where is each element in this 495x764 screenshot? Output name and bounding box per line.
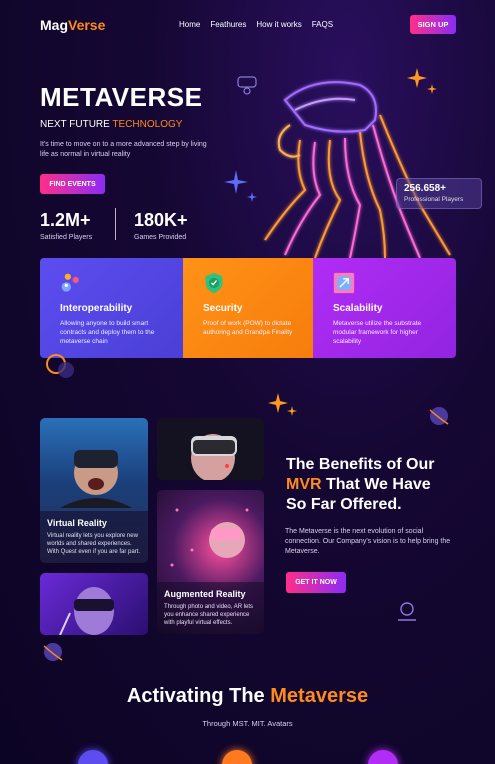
card-virtual-reality[interactable]: Virtual Reality Virtual reality lets you… <box>40 418 148 563</box>
nav-item-home[interactable]: Home <box>179 20 200 29</box>
get-it-now-button[interactable]: GET IT NOW <box>286 572 346 593</box>
stat-label: Satisfied Players <box>40 234 93 241</box>
activating-subtitle: Through MST. MIT. Avatars <box>202 719 293 728</box>
hero-subtitle-highlight: TECHNOLOGY <box>112 119 183 130</box>
card-caption: Virtual Reality Virtual reality lets you… <box>40 511 148 563</box>
step-icon-orange <box>222 750 252 764</box>
nav-item-faqs[interactable]: FAQS <box>312 20 333 29</box>
planet-decoration-icon <box>429 407 449 425</box>
planet-decoration-icon-2 <box>43 643 63 661</box>
card-vr-headset-image[interactable] <box>157 418 264 480</box>
vr-headset-person-image <box>191 434 237 480</box>
logo-text: Mag <box>40 17 68 33</box>
badge-value: 256.658+ <box>404 183 446 194</box>
feature-scalability: Scalability Metaverse utilize the substr… <box>313 258 456 358</box>
nav-item-features[interactable]: Feathures <box>210 20 246 29</box>
nav-menu: Home Feathures How it works FAQS <box>179 20 333 29</box>
hero-title: METAVERSE <box>40 82 203 112</box>
card-title: Virtual Reality <box>47 518 107 528</box>
card-augmented-reality[interactable]: Augmented Reality Through photo and vide… <box>157 490 264 634</box>
benefits-line1: The Benefits of Our <box>286 456 435 473</box>
nav-item-how-it-works[interactable]: How it works <box>256 20 301 29</box>
step-icon-purple <box>368 750 398 764</box>
activating-title-prefix: Activating The <box>126 685 271 707</box>
neon-head-illustration <box>264 81 451 259</box>
feature-interoperability: Interoperability Allowing anyone to buil… <box>40 258 183 358</box>
ring-decoration-icon <box>46 354 74 378</box>
logo-accent: Verse <box>68 17 106 33</box>
stat-label: Games Provided <box>134 234 187 241</box>
logo[interactable]: MagVerse <box>40 17 105 33</box>
benefits-line2: That We Have <box>321 476 431 493</box>
feature-text: Metaverse utilize the substrate modular … <box>333 320 422 345</box>
feature-security: Security Proof of work (POW) to dictate … <box>183 258 313 358</box>
feature-text: Proof of work (POW) to dictate authoring… <box>203 320 293 336</box>
card-text: Through photo and video, AR lets you enh… <box>164 604 254 626</box>
stat-satisfied-players: 1.2M+ Satisfied Players <box>40 210 92 241</box>
sign-up-button[interactable]: SIGN UP <box>410 15 456 34</box>
stat-value: 1.2M+ <box>40 210 91 230</box>
stat-games-provided: 180K+ Games Provided <box>134 210 188 241</box>
vr-person-image <box>60 450 132 508</box>
hero-subtitle-prefix: NEXT FUTURE <box>40 119 113 130</box>
hero-description: It's time to move on to a more advanced … <box>40 141 207 158</box>
stat-value: 180K+ <box>134 210 188 230</box>
badge-label: Professional Players <box>404 196 464 203</box>
feature-title: Scalability <box>333 303 383 314</box>
benefits-highlight: MVR <box>286 476 322 493</box>
feature-title: Interoperability <box>60 303 133 314</box>
card-text: Virtual reality lets you explore new wor… <box>47 533 141 555</box>
benefits-title: The Benefits of Our MVR That We Have So … <box>286 455 466 515</box>
card-vr-glasses-image[interactable] <box>40 573 148 635</box>
interoperability-icon <box>61 273 79 292</box>
professional-players-badge: 256.658+ Professional Players <box>396 178 482 209</box>
hero-subtitle: NEXT FUTURE TECHNOLOGY <box>40 119 182 130</box>
benefits-line3: So Far Offered. <box>286 496 402 513</box>
activating-title-highlight: Metaverse <box>270 685 369 707</box>
top-nav: MagVerse Home Feathures How it works FAQ… <box>0 0 495 50</box>
feature-text: Allowing anyone to build smart contracts… <box>60 320 155 345</box>
ar-person-image <box>170 508 249 567</box>
sparkle-orange-icon <box>268 393 297 416</box>
vr-decoration-icon <box>398 602 416 621</box>
step-icon-blue <box>78 750 108 764</box>
benefits-description: The Metaverse is the next evolution of s… <box>285 528 451 555</box>
stat-divider <box>115 208 116 240</box>
activating-title: Activating The Metaverse <box>0 685 495 708</box>
feature-title: Security <box>203 303 243 314</box>
card-caption: Augmented Reality Through photo and vide… <box>157 582 264 634</box>
find-events-button[interactable]: FIND EVENTS <box>40 174 105 194</box>
vr-glasses-person-image <box>59 587 114 635</box>
scalability-icon <box>333 272 355 294</box>
card-title: Augmented Reality <box>164 589 246 599</box>
shield-icon <box>205 272 223 294</box>
